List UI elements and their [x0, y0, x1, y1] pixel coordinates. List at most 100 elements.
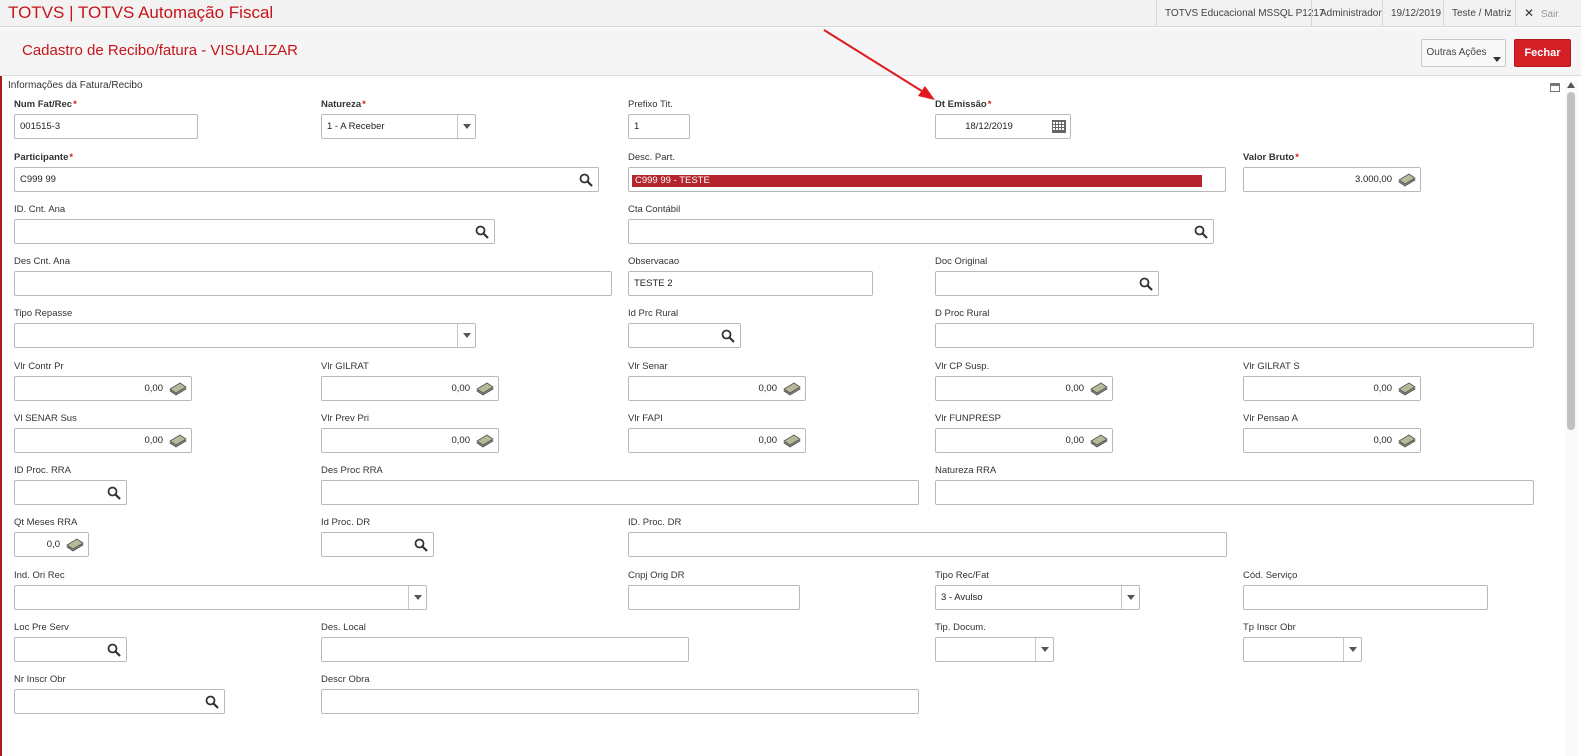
money-icon[interactable] — [1398, 433, 1416, 449]
money-icon[interactable] — [169, 381, 187, 397]
money-icon[interactable] — [1398, 172, 1416, 188]
cta-contabil-input[interactable] — [628, 219, 1214, 244]
search-icon[interactable] — [413, 537, 429, 553]
d-proc-rural-field: D Proc Rural — [935, 308, 1534, 348]
dropdown-arrow-icon[interactable] — [457, 324, 475, 347]
field-label: ID. Proc. DR — [628, 517, 682, 528]
money-icon[interactable] — [783, 433, 801, 449]
branch-label[interactable]: Teste / Matriz — [1443, 0, 1519, 27]
field-label: Valor Bruto* — [1243, 152, 1299, 163]
dropdown-arrow-icon[interactable] — [1121, 586, 1139, 609]
field-label: Vlr FAPI — [628, 413, 663, 424]
vlr-prev-pri-field: Vlr Prev Pri 0,00 — [321, 413, 499, 453]
id-prc-rural-input[interactable] — [628, 323, 741, 348]
vlr-pensao-a-input[interactable]: 0,00 — [1243, 428, 1421, 453]
des-proc-rra-field: Des Proc RRA — [321, 465, 919, 505]
field-label: Natureza* — [321, 99, 366, 110]
dropdown-arrow-icon[interactable] — [1035, 638, 1053, 661]
observacao-input[interactable]: TESTE 2 — [628, 271, 873, 296]
vlr-contr-pr-input[interactable]: 0,00 — [14, 376, 192, 401]
vlr-cp-susp-input[interactable]: 0,00 — [935, 376, 1113, 401]
calendar-icon[interactable] — [1052, 120, 1066, 133]
qt-meses-rra-input[interactable]: 0,0 — [14, 532, 89, 557]
search-icon[interactable] — [1193, 224, 1209, 240]
outras-acoes-label: Outras Ações — [1426, 47, 1487, 58]
user-label[interactable]: Administrador — [1311, 0, 1390, 27]
num-fat-input[interactable]: 001515-3 — [14, 114, 198, 139]
page-header: Cadastro de Recibo/fatura - VISUALIZAR O… — [0, 28, 1581, 76]
search-icon[interactable] — [1138, 276, 1154, 292]
money-icon[interactable] — [1090, 381, 1108, 397]
ind-ori-rec-select[interactable] — [14, 585, 427, 610]
natureza-rra-field: Natureza RRA — [935, 465, 1534, 505]
natureza-rra-input[interactable] — [935, 480, 1534, 505]
search-icon[interactable] — [106, 485, 122, 501]
tip-docum-field: Tip. Docum. — [935, 622, 1054, 662]
des-proc-rra-input[interactable] — [321, 480, 919, 505]
money-icon[interactable] — [1398, 381, 1416, 397]
field-label: Cód. Serviço — [1243, 570, 1298, 581]
money-icon[interactable] — [476, 433, 494, 449]
id-prc-rural-field: Id Prc Rural — [628, 308, 741, 348]
vlr-senar-field: Vlr Senar 0,00 — [628, 361, 806, 401]
vlr-fapi-field: Vlr FAPI 0,00 — [628, 413, 806, 453]
nr-inscr-obr-field: Nr Inscr Obr — [14, 674, 225, 714]
field-label: Tipo Rec/Fat — [935, 570, 990, 581]
vlr-gilrat-input[interactable]: 0,00 — [321, 376, 499, 401]
selected-text-highlight: C999 99 - TESTE — [632, 175, 1202, 187]
natureza-select[interactable]: 1 - A Receber — [321, 114, 476, 139]
des-local-input[interactable] — [321, 637, 689, 662]
tp-inscr-obr-select[interactable] — [1243, 637, 1362, 662]
search-icon[interactable] — [106, 642, 122, 658]
tip-docum-select[interactable] — [935, 637, 1054, 662]
vlr-gilrat-s-input[interactable]: 0,00 — [1243, 376, 1421, 401]
search-icon[interactable] — [578, 172, 594, 188]
money-icon[interactable] — [169, 433, 187, 449]
des-cnt-ana-input[interactable] — [14, 271, 612, 296]
dropdown-arrow-icon[interactable] — [408, 586, 426, 609]
participante-input[interactable]: C999 99 — [14, 167, 599, 192]
id-proc-dr-desc-input[interactable] — [628, 532, 1227, 557]
window-icon[interactable] — [1550, 83, 1560, 92]
cod-servico-input[interactable] — [1243, 585, 1488, 610]
valor-bruto-input[interactable]: 3.000,00 — [1243, 167, 1421, 192]
vlr-senar-input[interactable]: 0,00 — [628, 376, 806, 401]
scrollbar-thumb[interactable] — [1567, 92, 1575, 430]
prefixo-input[interactable]: 1 — [628, 114, 690, 139]
search-icon[interactable] — [204, 694, 220, 710]
dropdown-arrow-icon[interactable] — [1343, 638, 1361, 661]
descr-obra-input[interactable] — [321, 689, 919, 714]
money-icon[interactable] — [783, 381, 801, 397]
dropdown-arrow-icon[interactable] — [457, 115, 475, 138]
vlr-fapi-input[interactable]: 0,00 — [628, 428, 806, 453]
page-title: Cadastro de Recibo/fatura - VISUALIZAR — [22, 42, 298, 59]
id-proc-dr-input[interactable] — [321, 532, 434, 557]
id-proc-rra-input[interactable] — [14, 480, 127, 505]
vlr-funpresp-input[interactable]: 0,00 — [935, 428, 1113, 453]
field-label: Des Cnt. Ana — [14, 256, 70, 267]
money-icon[interactable] — [476, 381, 494, 397]
doc-original-input[interactable] — [935, 271, 1159, 296]
search-icon[interactable] — [720, 328, 736, 344]
dt-emissao-input[interactable]: 18/12/2019 — [935, 114, 1071, 139]
field-label: Observacao — [628, 256, 680, 267]
vlr-prev-pri-input[interactable]: 0,00 — [321, 428, 499, 453]
scroll-up-icon[interactable] — [1567, 82, 1575, 88]
tipo-rec-fat-select[interactable]: 3 - Avulso — [935, 585, 1140, 610]
search-icon[interactable] — [474, 224, 490, 240]
nr-inscr-obr-input[interactable] — [14, 689, 225, 714]
exit-button[interactable]: ✕ Sair — [1515, 0, 1567, 27]
valor-bruto-field: Valor Bruto* 3.000,00 — [1243, 152, 1421, 192]
money-icon[interactable] — [1090, 433, 1108, 449]
cnpj-orig-dr-input[interactable] — [628, 585, 800, 610]
money-icon[interactable] — [66, 537, 84, 553]
tipo-repasse-select[interactable] — [14, 323, 476, 348]
id-cnt-ana-input[interactable] — [14, 219, 495, 244]
desc-part-input[interactable]: C999 99 - TESTE — [628, 167, 1226, 192]
vertical-scrollbar[interactable] — [1565, 80, 1578, 756]
fechar-button[interactable]: Fechar — [1514, 39, 1571, 67]
vl-senar-sus-input[interactable]: 0,00 — [14, 428, 192, 453]
d-proc-rural-input[interactable] — [935, 323, 1534, 348]
loc-pre-serv-input[interactable] — [14, 637, 127, 662]
outras-acoes-button[interactable]: Outras Ações — [1421, 39, 1506, 67]
